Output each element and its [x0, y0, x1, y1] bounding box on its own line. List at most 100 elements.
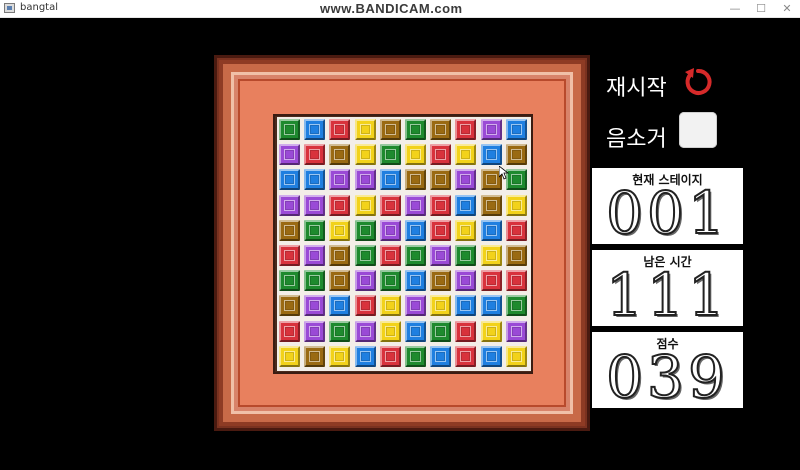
tile-r1-c1[interactable]: [304, 144, 326, 166]
close-button[interactable]: ✕: [774, 0, 800, 17]
tile-r9-c1[interactable]: [304, 345, 326, 367]
tile-r0-c0[interactable]: [279, 119, 300, 140]
tile-r8-c4[interactable]: [379, 320, 401, 342]
tile-r5-c5[interactable]: [405, 245, 426, 266]
tile-r8-c0[interactable]: [279, 320, 300, 342]
tile-r4-c5[interactable]: [405, 219, 426, 241]
tile-r5-c0[interactable]: [279, 245, 300, 266]
tile-r1-c4[interactable]: [379, 144, 401, 166]
tile-r2-c2[interactable]: [329, 169, 351, 191]
tile-r6-c9[interactable]: [505, 270, 527, 292]
tile-r6-c4[interactable]: [379, 270, 401, 292]
tile-r2-c3[interactable]: [354, 169, 376, 191]
tile-r0-c2[interactable]: [329, 119, 351, 140]
tile-r8-c9[interactable]: [505, 320, 527, 342]
tile-r7-c6[interactable]: [430, 295, 452, 317]
tile-r3-c0[interactable]: [279, 194, 300, 216]
mute-checkbox[interactable]: [679, 112, 717, 148]
tile-r9-c3[interactable]: [354, 345, 376, 367]
tile-r8-c7[interactable]: [455, 320, 477, 342]
tile-r3-c1[interactable]: [304, 194, 326, 216]
tile-r5-c2[interactable]: [329, 245, 351, 266]
tile-r9-c0[interactable]: [279, 345, 300, 367]
tile-r3-c6[interactable]: [430, 194, 452, 216]
tile-r6-c6[interactable]: [430, 270, 452, 292]
tile-r0-c8[interactable]: [480, 119, 502, 140]
tile-r7-c5[interactable]: [405, 295, 426, 317]
tile-r4-c7[interactable]: [455, 219, 477, 241]
tile-r8-c3[interactable]: [354, 320, 376, 342]
tile-r5-c9[interactable]: [505, 245, 527, 266]
tile-r4-c8[interactable]: [480, 219, 502, 241]
restart-icon[interactable]: [682, 66, 714, 98]
tile-r7-c8[interactable]: [480, 295, 502, 317]
tile-r4-c6[interactable]: [430, 219, 452, 241]
tile-r2-c6[interactable]: [430, 169, 452, 191]
tile-r0-c4[interactable]: [379, 119, 401, 140]
tile-r6-c0[interactable]: [279, 270, 300, 292]
tile-r7-c4[interactable]: [379, 295, 401, 317]
tile-r6-c5[interactable]: [405, 270, 426, 292]
tile-r3-c8[interactable]: [480, 194, 502, 216]
tile-r2-c4[interactable]: [379, 169, 401, 191]
tile-r8-c8[interactable]: [480, 320, 502, 342]
tile-r2-c1[interactable]: [304, 169, 326, 191]
tile-r7-c2[interactable]: [329, 295, 351, 317]
tile-r1-c9[interactable]: [505, 144, 527, 166]
tile-r3-c9[interactable]: [505, 194, 527, 216]
tile-r8-c2[interactable]: [329, 320, 351, 342]
tile-r9-c6[interactable]: [430, 345, 452, 367]
tile-r7-c3[interactable]: [354, 295, 376, 317]
tile-r1-c0[interactable]: [279, 144, 300, 166]
tile-r4-c2[interactable]: [329, 219, 351, 241]
tile-r4-c0[interactable]: [279, 219, 300, 241]
tile-r1-c3[interactable]: [354, 144, 376, 166]
tile-r5-c8[interactable]: [480, 245, 502, 266]
tile-r0-c9[interactable]: [505, 119, 527, 140]
tile-r7-c7[interactable]: [455, 295, 477, 317]
tile-r9-c2[interactable]: [329, 345, 351, 367]
tile-r4-c9[interactable]: [505, 219, 527, 241]
tile-r3-c2[interactable]: [329, 194, 351, 216]
tile-r1-c8[interactable]: [480, 144, 502, 166]
tile-r5-c7[interactable]: [455, 245, 477, 266]
tile-r6-c7[interactable]: [455, 270, 477, 292]
tile-r4-c3[interactable]: [354, 219, 376, 241]
tile-r8-c6[interactable]: [430, 320, 452, 342]
tile-r1-c7[interactable]: [455, 144, 477, 166]
tile-r9-c7[interactable]: [455, 345, 477, 367]
tile-r6-c2[interactable]: [329, 270, 351, 292]
tile-r4-c1[interactable]: [304, 219, 326, 241]
tile-r9-c4[interactable]: [379, 345, 401, 367]
tile-r5-c6[interactable]: [430, 245, 452, 266]
tile-r5-c3[interactable]: [354, 245, 376, 266]
tile-r3-c7[interactable]: [455, 194, 477, 216]
tile-r6-c1[interactable]: [304, 270, 326, 292]
tile-r1-c6[interactable]: [430, 144, 452, 166]
tile-r1-c5[interactable]: [405, 144, 426, 166]
tile-r8-c1[interactable]: [304, 320, 326, 342]
minimize-button[interactable]: —: [722, 0, 748, 17]
tile-r0-c1[interactable]: [304, 119, 326, 140]
tile-r0-c7[interactable]: [455, 119, 477, 140]
tile-r7-c9[interactable]: [505, 295, 527, 317]
tile-r8-c5[interactable]: [405, 320, 426, 342]
tile-r2-c5[interactable]: [405, 169, 426, 191]
tile-r5-c4[interactable]: [379, 245, 401, 266]
tile-r0-c5[interactable]: [405, 119, 426, 140]
tile-r5-c1[interactable]: [304, 245, 326, 266]
tile-r3-c3[interactable]: [354, 194, 376, 216]
tile-r7-c0[interactable]: [279, 295, 300, 317]
tile-r1-c2[interactable]: [329, 144, 351, 166]
tile-r9-c5[interactable]: [405, 345, 426, 367]
tile-r7-c1[interactable]: [304, 295, 326, 317]
tile-r9-c9[interactable]: [505, 345, 527, 367]
tile-r2-c0[interactable]: [279, 169, 300, 191]
tile-r3-c4[interactable]: [379, 194, 401, 216]
tile-r0-c6[interactable]: [430, 119, 452, 140]
tile-r3-c5[interactable]: [405, 194, 426, 216]
tile-r4-c4[interactable]: [379, 219, 401, 241]
tile-r6-c8[interactable]: [480, 270, 502, 292]
tile-r0-c3[interactable]: [354, 119, 376, 140]
tile-r2-c7[interactable]: [455, 169, 477, 191]
